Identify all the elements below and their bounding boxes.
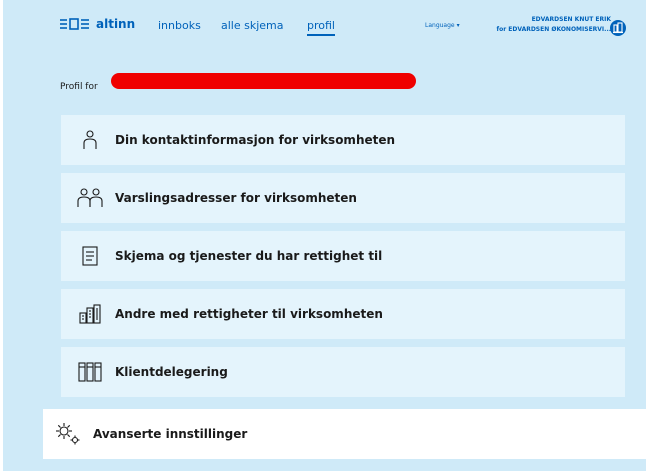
user-org: for EDVARDSEN ØKONOMISERVI... xyxy=(496,26,611,33)
card-label: Din kontaktinformasjon for virksomheten xyxy=(115,133,396,147)
redaction-bar xyxy=(111,73,416,89)
card-advanced-settings[interactable]: Avanserte innstillinger xyxy=(43,409,646,459)
altinn-logo-icon xyxy=(60,18,89,30)
user-menu[interactable]: EDVARDSEN KNUT ERIK for EDVARDSEN ØKONOM… xyxy=(496,15,611,35)
card-notification-addresses[interactable]: Varslingsadresser for virksomheten xyxy=(61,173,625,223)
person-icon xyxy=(75,129,105,151)
boxes-icon xyxy=(75,361,105,383)
document-icon xyxy=(75,245,105,267)
logo-text: altinn xyxy=(96,17,136,31)
profile-for-label: Profil for xyxy=(60,82,98,92)
altinn-logo[interactable]: altinn xyxy=(59,17,135,31)
gears-icon xyxy=(53,422,83,446)
card-label: Skjema og tjenester du har rettighet til xyxy=(115,249,383,263)
advanced-settings-label: Avanserte innstillinger xyxy=(93,427,248,441)
language-label: Language xyxy=(425,22,455,29)
nav-innboks[interactable]: innboks xyxy=(158,19,201,32)
chevron-down-icon: ▾ xyxy=(456,22,460,29)
building-avatar-icon xyxy=(613,22,623,34)
user-name: EDVARDSEN KNUT ERIK xyxy=(531,16,611,23)
card-label: Andre med rettigheter til virksomheten xyxy=(115,307,383,321)
nav-profil[interactable]: profil xyxy=(307,19,335,36)
card-forms-and-services[interactable]: Skjema og tjenester du har rettighet til xyxy=(61,231,625,281)
building-icon xyxy=(75,303,105,325)
card-client-delegation[interactable]: Klientdelegering xyxy=(61,347,625,397)
card-others-with-rights[interactable]: Andre med rettigheter til virksomheten xyxy=(61,289,625,339)
card-label: Varslingsadresser for virksomheten xyxy=(115,191,357,205)
card-label: Klientdelegering xyxy=(115,365,228,379)
card-contact-info[interactable]: Din kontaktinformasjon for virksomheten xyxy=(61,115,625,165)
nav-alle-skjema[interactable]: alle skjema xyxy=(221,19,284,32)
avatar[interactable] xyxy=(610,20,626,36)
language-selector[interactable]: Language ▾ xyxy=(425,22,460,29)
people-icon xyxy=(75,187,105,209)
